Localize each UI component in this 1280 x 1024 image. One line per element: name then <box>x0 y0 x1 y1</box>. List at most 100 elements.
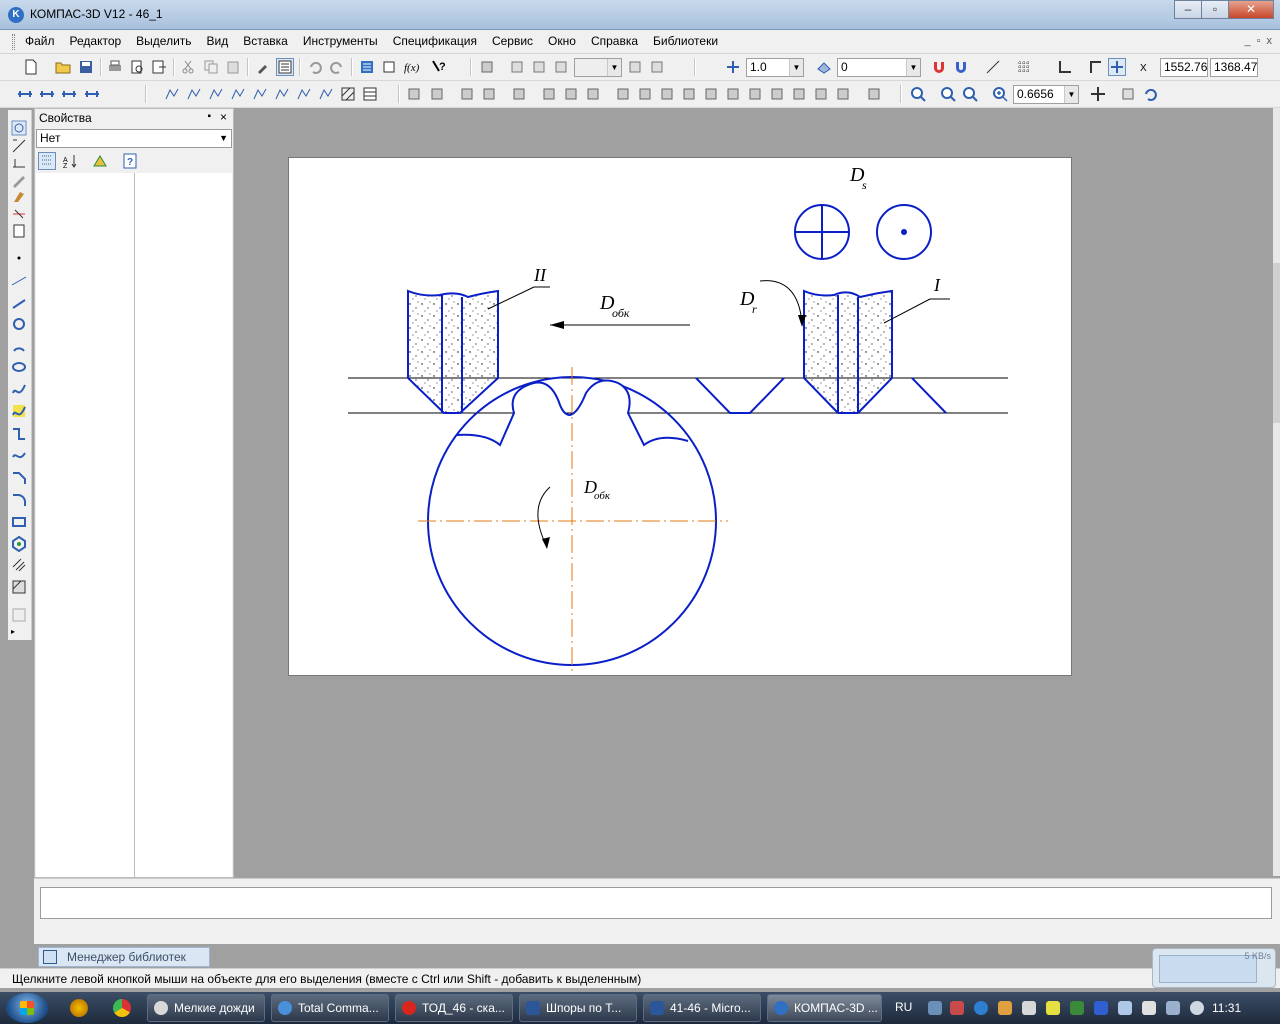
doc-close-icon[interactable]: x <box>1267 35 1273 47</box>
zoom-fit-icon[interactable] <box>961 85 979 103</box>
layer-2-icon[interactable] <box>530 58 548 76</box>
command-input-area[interactable] <box>40 887 1272 919</box>
layer-state-icon[interactable] <box>815 58 833 76</box>
cursor-coords-icon[interactable] <box>1108 58 1126 76</box>
task-total-commander[interactable]: Total Comma... <box>271 994 389 1022</box>
bezier-tool-icon[interactable] <box>11 403 29 419</box>
panel-close-icon[interactable]: × <box>220 110 227 124</box>
menu-tools[interactable]: Инструменты <box>303 34 378 48</box>
vertical-scrollbar[interactable] <box>1273 108 1280 876</box>
select-panel-icon[interactable] <box>11 223 29 239</box>
doc-restore-icon[interactable]: ▫ <box>1257 35 1261 47</box>
menu-view[interactable]: Вид <box>207 34 229 48</box>
auxiliary-line-icon[interactable] <box>11 273 29 289</box>
parametrization-panel-icon[interactable] <box>11 189 29 205</box>
language-indicator[interactable]: RU <box>895 1000 912 1014</box>
edit-8-icon[interactable] <box>584 85 602 103</box>
doc-minimize-icon[interactable]: _ <box>1244 35 1250 47</box>
technical-drawing[interactable]: D обк II D обк I D r D s <box>288 157 1072 676</box>
local-snap-icon[interactable] <box>984 58 1002 76</box>
geom-1-icon[interactable] <box>163 85 181 103</box>
geom-4-icon[interactable] <box>229 85 247 103</box>
properties-grid[interactable] <box>36 173 232 877</box>
bluetooth-icon[interactable] <box>1094 1001 1108 1015</box>
redo-icon[interactable] <box>328 58 346 76</box>
menu-insert[interactable]: Вставка <box>243 34 288 48</box>
task-tod46[interactable]: ТОД_46 - ска... <box>395 994 513 1022</box>
dimensions-panel-icon[interactable] <box>11 138 29 154</box>
object-type-select[interactable]: Нет ▼ <box>36 129 232 148</box>
menu-select[interactable]: Выделить <box>136 34 191 48</box>
menu-editor[interactable]: Редактор <box>70 34 122 48</box>
grid-icon[interactable] <box>1015 58 1033 76</box>
snap-magnet-icon[interactable] <box>930 58 948 76</box>
line-scale-icon[interactable] <box>724 58 742 76</box>
layer-4-icon[interactable] <box>626 58 644 76</box>
zoom-all-icon[interactable] <box>939 85 957 103</box>
volume-icon[interactable] <box>1190 1001 1204 1015</box>
measure-panel-icon[interactable] <box>11 206 29 222</box>
notation-panel-icon[interactable] <box>11 155 29 171</box>
rectangle-tool-icon[interactable] <box>11 514 29 530</box>
cut-icon[interactable] <box>179 58 197 76</box>
coord-y-field[interactable]: 1368.47 <box>1210 58 1258 77</box>
edit-13-icon[interactable] <box>702 85 720 103</box>
task-shpory[interactable]: Шпоры по Т... <box>519 994 637 1022</box>
menu-window[interactable]: Окно <box>548 34 576 48</box>
tray-device-icon[interactable] <box>1022 1001 1036 1015</box>
format-painter-icon[interactable] <box>254 58 272 76</box>
tray-antivirus-icon[interactable] <box>950 1001 964 1015</box>
menu-libraries[interactable]: Библиотеки <box>653 34 718 48</box>
edit-11-icon[interactable] <box>658 85 676 103</box>
tray-tool-icon[interactable] <box>1142 1001 1156 1015</box>
geom-8-icon[interactable] <box>317 85 335 103</box>
variables-icon[interactable] <box>380 58 398 76</box>
line-scale-select[interactable]: 1.0 ▼ <box>746 58 804 77</box>
menu-file[interactable]: Файл <box>25 34 55 48</box>
edit-10-icon[interactable] <box>636 85 654 103</box>
snap-settings-icon[interactable] <box>952 58 970 76</box>
local-cs-icon[interactable] <box>1056 58 1074 76</box>
tray-update-icon[interactable] <box>974 1001 988 1015</box>
pin-icon[interactable]: ▪ <box>207 111 211 122</box>
edit-7-icon[interactable] <box>562 85 580 103</box>
scroll-thumb[interactable] <box>1273 263 1280 423</box>
dimension-4-icon[interactable] <box>83 85 101 103</box>
open-folder-icon[interactable] <box>54 58 72 76</box>
print-preview-icon[interactable] <box>128 58 146 76</box>
fillet-tool-icon[interactable] <box>11 492 29 508</box>
coord-x-field[interactable]: 1552.76 <box>1160 58 1208 77</box>
edit-19-icon[interactable] <box>834 85 852 103</box>
edit-6-icon[interactable] <box>540 85 558 103</box>
edit-5-icon[interactable] <box>510 85 528 103</box>
edit-9-icon[interactable] <box>614 85 632 103</box>
menu-service[interactable]: Сервис <box>492 34 533 48</box>
tray-ru-keyboard-icon[interactable] <box>1118 1001 1132 1015</box>
edit-16-icon[interactable] <box>768 85 786 103</box>
geometry-panel-icon[interactable] <box>11 120 29 136</box>
undo-icon[interactable] <box>306 58 324 76</box>
refresh-view-icon[interactable] <box>1119 85 1137 103</box>
paste-icon[interactable] <box>224 58 242 76</box>
copy-icon[interactable] <box>202 58 220 76</box>
expand-panel-icon[interactable]: ▸ <box>11 627 29 636</box>
close-button[interactable]: ✕ <box>1228 0 1274 19</box>
polygon-tool-icon[interactable] <box>11 536 29 552</box>
dimension-2-icon[interactable] <box>38 85 56 103</box>
task-melkie-dozhdi[interactable]: Мелкие дожди <box>147 994 265 1022</box>
menu-help[interactable]: Справка <box>591 34 638 48</box>
spline-tool-icon[interactable] <box>11 381 29 397</box>
layer-5-icon[interactable] <box>648 58 666 76</box>
layer-1-icon[interactable] <box>508 58 526 76</box>
point-tool-icon[interactable] <box>11 250 29 266</box>
task-word-41-46[interactable]: 41-46 - Micro... <box>643 994 761 1022</box>
property-pages-icon[interactable] <box>91 152 109 170</box>
print-icon[interactable] <box>106 58 124 76</box>
network-meter-widget[interactable]: 5 KB/s <box>1152 948 1276 988</box>
geom-6-icon[interactable] <box>273 85 291 103</box>
menu-specification[interactable]: Спецификация <box>393 34 477 48</box>
sort-alpha-icon[interactable]: AZ <box>61 152 79 170</box>
table-icon[interactable] <box>361 85 379 103</box>
layer-3-icon[interactable] <box>552 58 570 76</box>
geom-3-icon[interactable] <box>207 85 225 103</box>
